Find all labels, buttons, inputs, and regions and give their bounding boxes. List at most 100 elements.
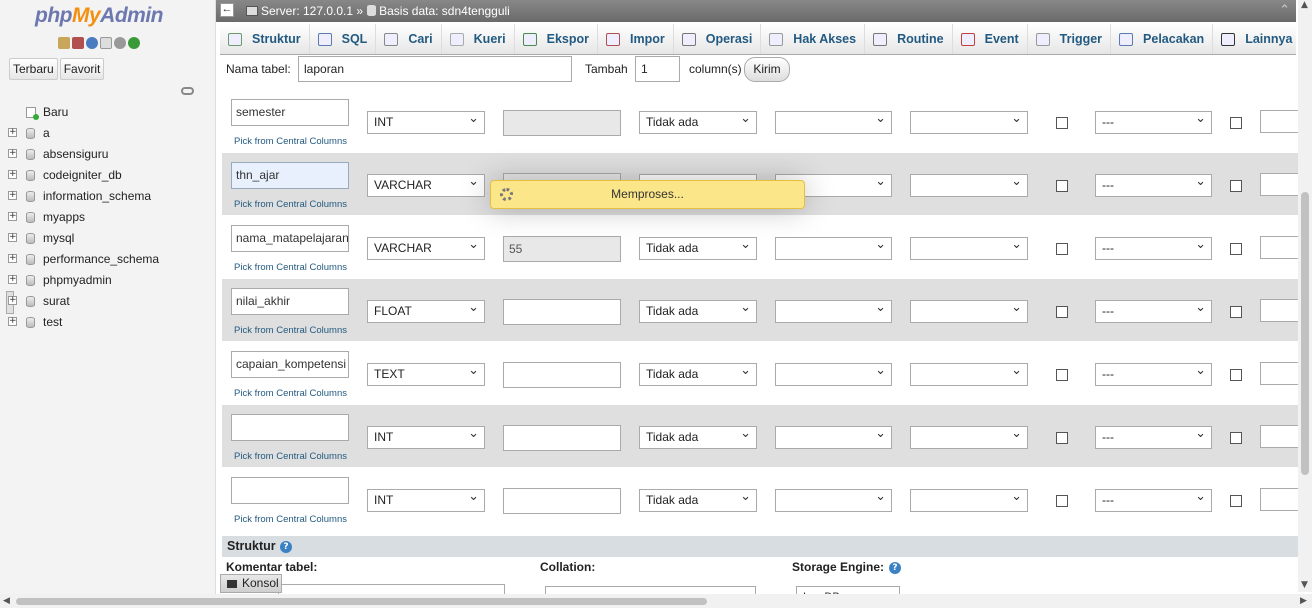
tab-pelacakan[interactable]: Pelacakan xyxy=(1111,24,1214,54)
vertical-scrollbar[interactable]: ▲ ▼ xyxy=(1298,0,1312,592)
tree-item-surat[interactable]: + surat xyxy=(6,291,216,312)
logout-icon[interactable] xyxy=(72,37,84,49)
column-index-select[interactable]: --- xyxy=(1095,426,1212,449)
column-comment-input[interactable] xyxy=(1260,488,1300,511)
tree-item-information-schema[interactable]: + information_schema xyxy=(6,186,216,207)
column-null-checkbox[interactable] xyxy=(1056,243,1068,255)
expand-icon[interactable]: + xyxy=(8,191,17,200)
column-type-select[interactable]: INT xyxy=(367,489,485,512)
column-length-input[interactable] xyxy=(503,110,621,136)
column-default-select[interactable]: Tidak ada xyxy=(639,237,757,260)
column-comment-input[interactable] xyxy=(1260,236,1300,259)
tree-item-baru[interactable]: Baru xyxy=(6,102,216,123)
add-columns-input[interactable]: 1 xyxy=(635,56,680,82)
column-collation-select[interactable] xyxy=(775,489,892,512)
scroll-down-arrow[interactable]: ▼ xyxy=(1301,580,1308,590)
expand-icon[interactable]: + xyxy=(8,149,17,158)
column-index-select[interactable]: --- xyxy=(1095,363,1212,386)
column-length-input[interactable]: 55 xyxy=(503,236,621,262)
column-default-select[interactable]: Tidak ada xyxy=(639,489,757,512)
tree-item-label[interactable]: myapps xyxy=(43,207,85,228)
pick-central-columns-link[interactable]: Pick from Central Columns xyxy=(234,388,347,399)
column-auto-increment-checkbox[interactable] xyxy=(1230,495,1242,507)
tree-item-myapps[interactable]: + myapps xyxy=(6,207,216,228)
reload-icon[interactable] xyxy=(128,37,140,49)
column-default-select[interactable]: Tidak ada xyxy=(639,363,757,386)
recent-button[interactable]: Terbaru xyxy=(9,58,58,80)
column-comment-input[interactable] xyxy=(1260,173,1300,196)
expand-icon[interactable]: + xyxy=(8,317,17,326)
breadcrumb-database[interactable]: Basis data: sdn4tengguli xyxy=(379,4,510,18)
column-length-input[interactable] xyxy=(503,362,621,388)
column-name-input[interactable]: nama_matapelajaran xyxy=(231,225,349,252)
column-collation-select[interactable] xyxy=(775,426,892,449)
column-null-checkbox[interactable] xyxy=(1056,369,1068,381)
column-index-select[interactable]: --- xyxy=(1095,237,1212,260)
column-name-input[interactable]: capaian_kompetensi xyxy=(231,351,349,378)
tree-item-test[interactable]: + test xyxy=(6,312,216,333)
expand-icon[interactable]: + xyxy=(8,275,17,284)
help-icon[interactable] xyxy=(86,37,98,49)
column-null-checkbox[interactable] xyxy=(1056,306,1068,318)
tree-item-mysql[interactable]: + mysql xyxy=(6,228,216,249)
tab-sql[interactable]: SQL xyxy=(310,24,377,54)
column-type-select[interactable]: INT xyxy=(367,111,485,134)
horizontal-scrollbar[interactable]: ◀ ▶ xyxy=(0,594,1312,608)
tree-item-label[interactable]: information_schema xyxy=(43,186,151,207)
pick-central-columns-link[interactable]: Pick from Central Columns xyxy=(234,136,347,147)
help-icon[interactable]: ? xyxy=(280,541,292,553)
column-auto-increment-checkbox[interactable] xyxy=(1230,180,1242,192)
column-collation-select[interactable] xyxy=(775,363,892,386)
tab-trigger[interactable]: Trigger xyxy=(1028,24,1112,54)
column-name-input[interactable] xyxy=(231,414,349,441)
column-attributes-select[interactable] xyxy=(910,111,1028,134)
tab-cari[interactable]: Cari xyxy=(376,24,442,54)
column-collation-select[interactable] xyxy=(775,237,892,260)
collapse-panel-button[interactable]: ← xyxy=(220,3,234,17)
column-auto-increment-checkbox[interactable] xyxy=(1230,369,1242,381)
column-attributes-select[interactable] xyxy=(910,426,1028,449)
column-length-input[interactable] xyxy=(503,425,621,451)
favorites-button[interactable]: Favorit xyxy=(59,58,105,80)
tree-item-label[interactable]: phpmyadmin xyxy=(43,270,112,291)
tree-item-absensiguru[interactable]: + absensiguru xyxy=(6,144,216,165)
expand-icon[interactable]: + xyxy=(8,212,17,221)
column-null-checkbox[interactable] xyxy=(1056,432,1068,444)
column-auto-increment-checkbox[interactable] xyxy=(1230,306,1242,318)
scroll-up-arrow[interactable]: ▲ xyxy=(1301,0,1308,10)
phpmyadmin-logo[interactable]: phpMyAdmin xyxy=(35,4,163,28)
tree-item-phpmyadmin[interactable]: + phpmyadmin xyxy=(6,270,216,291)
tab-impor[interactable]: Impor xyxy=(598,24,674,54)
column-attributes-select[interactable] xyxy=(910,489,1028,512)
column-index-select[interactable]: --- xyxy=(1095,489,1212,512)
tab-event[interactable]: Event xyxy=(953,24,1028,54)
tree-item-label[interactable]: codeigniter_db xyxy=(43,165,122,186)
link-icon[interactable] xyxy=(181,87,194,95)
home-icon[interactable] xyxy=(58,37,70,49)
column-length-input[interactable] xyxy=(503,299,621,325)
tab-kueri[interactable]: Kueri xyxy=(442,24,515,54)
column-name-input[interactable]: semester xyxy=(231,99,349,126)
column-name-input[interactable] xyxy=(231,477,349,504)
tab-lainnya[interactable]: Lainnya xyxy=(1213,24,1302,54)
settings-icon[interactable] xyxy=(114,37,126,49)
column-auto-increment-checkbox[interactable] xyxy=(1230,117,1242,129)
tree-item-label[interactable]: mysql xyxy=(43,228,74,249)
table-name-input[interactable]: laporan xyxy=(298,56,572,82)
column-default-select[interactable]: Tidak ada xyxy=(639,300,757,323)
scroll-left-arrow[interactable]: ◀ xyxy=(3,596,10,606)
column-length-input[interactable] xyxy=(503,488,621,514)
column-name-input[interactable]: nilai_akhir xyxy=(231,288,349,315)
column-name-input[interactable]: thn_ajar xyxy=(231,162,349,189)
help-icon[interactable]: ? xyxy=(889,562,901,574)
column-attributes-select[interactable] xyxy=(910,363,1028,386)
column-auto-increment-checkbox[interactable] xyxy=(1230,432,1242,444)
tab-operasi[interactable]: Operasi xyxy=(674,24,762,54)
column-auto-increment-checkbox[interactable] xyxy=(1230,243,1242,255)
column-null-checkbox[interactable] xyxy=(1056,180,1068,192)
column-null-checkbox[interactable] xyxy=(1056,495,1068,507)
column-comment-input[interactable] xyxy=(1260,425,1300,448)
column-comment-input[interactable] xyxy=(1260,362,1300,385)
column-default-select[interactable]: Tidak ada xyxy=(639,111,757,134)
tree-item-performance-schema[interactable]: + performance_schema xyxy=(6,249,216,270)
